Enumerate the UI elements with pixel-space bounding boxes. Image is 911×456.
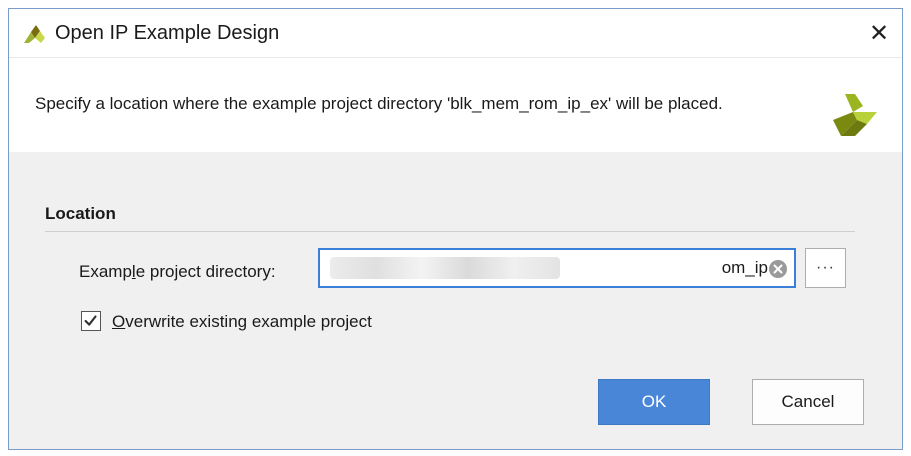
checkmark-icon	[84, 315, 97, 326]
xilinx-logo-icon	[24, 25, 45, 43]
xilinx-logo-icon	[833, 94, 877, 136]
ellipsis-icon: ···	[816, 259, 835, 276]
location-section-title: Location	[45, 204, 116, 223]
close-button[interactable]: ✕	[856, 9, 902, 57]
overwrite-label[interactable]: Overwrite existing example project	[112, 312, 372, 332]
clear-icon[interactable]	[768, 259, 788, 279]
overwrite-checkbox[interactable]	[81, 311, 101, 331]
directory-label-pre: Examp	[79, 262, 132, 281]
dialog-content: Location Example project directory: ··· …	[9, 152, 902, 449]
close-icon: ✕	[868, 19, 890, 47]
overwrite-label-accelerator: O	[112, 312, 126, 331]
cancel-button[interactable]: Cancel	[752, 379, 864, 425]
window-title: Open IP Example Design	[55, 22, 280, 44]
directory-input-box[interactable]	[318, 248, 796, 288]
directory-input[interactable]	[320, 250, 768, 286]
description-banner: Specify a location where the example pro…	[9, 57, 902, 153]
ok-button[interactable]: OK	[598, 379, 710, 425]
directory-label-post: e project directory:	[135, 262, 276, 281]
banner-message: Specify a location where the example pro…	[35, 94, 723, 113]
browse-button[interactable]: ···	[805, 248, 846, 288]
overwrite-label-rest: verwrite existing example project	[125, 312, 372, 331]
dialog-window: Open IP Example Design ✕ Specify a locat…	[8, 8, 903, 450]
title-bar[interactable]: Open IP Example Design ✕	[9, 9, 902, 57]
directory-label: Example project directory:	[79, 262, 276, 282]
section-divider	[45, 231, 855, 232]
